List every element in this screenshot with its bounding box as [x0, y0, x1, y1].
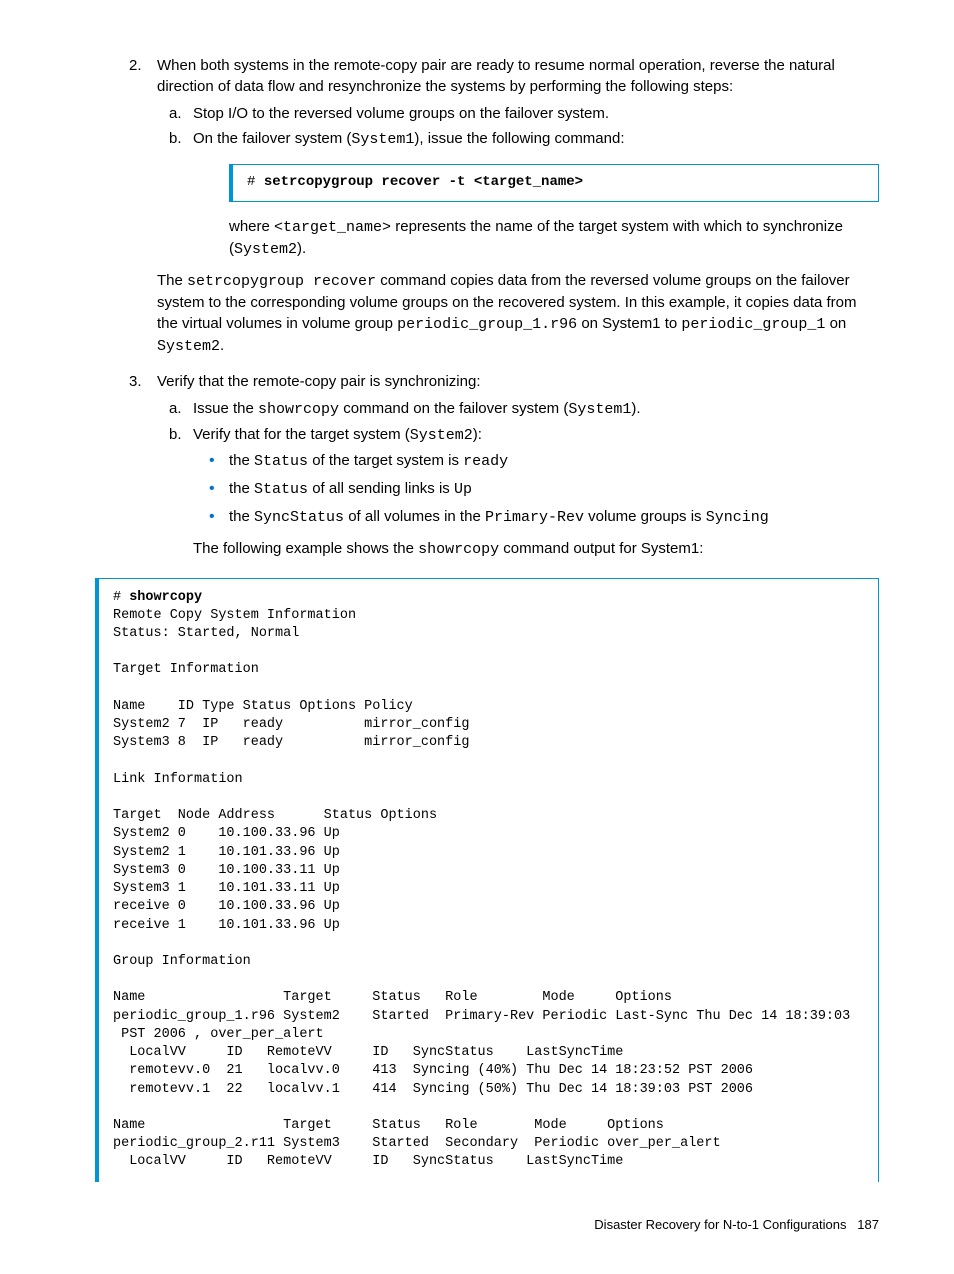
step-num: 3.	[129, 371, 142, 392]
step-3: 3. Verify that the remote-copy pair is s…	[157, 371, 879, 560]
step-3b: b. Verify that for the target system (Sy…	[193, 424, 879, 560]
step-2a: a. Stop I/O to the reversed volume group…	[193, 103, 879, 124]
footer-title: Disaster Recovery for N-to-1 Configurati…	[594, 1217, 846, 1232]
example-intro: The following example shows the showrcop…	[193, 538, 879, 560]
sub-let: b.	[169, 424, 182, 445]
step-text: Stop I/O to the reversed volume groups o…	[193, 105, 609, 122]
step-num: 2.	[129, 55, 142, 76]
sub-let: b.	[169, 128, 182, 149]
step-2b: b. On the failover system (System1), iss…	[193, 128, 879, 260]
sub-let: a.	[169, 398, 182, 419]
step-text: Issue the showrcopy command on the failo…	[193, 400, 641, 417]
page-footer: Disaster Recovery for N-to-1 Configurati…	[95, 1216, 879, 1234]
bullets: the Status of the target system is ready…	[193, 450, 879, 528]
sub-let: a.	[169, 103, 182, 124]
command-box: # setrcopygroup recover -t <target_name>	[229, 164, 879, 202]
steps-list: 2. When both systems in the remote-copy …	[95, 55, 879, 560]
bullet-status-links: the Status of all sending links is Up	[229, 478, 879, 500]
step-text: On the failover system (System1), issue …	[193, 130, 625, 147]
page-number: 187	[857, 1217, 879, 1232]
where-clause: where <target_name> represents the name …	[193, 216, 879, 260]
bullet-status-target: the Status of the target system is ready	[229, 450, 879, 472]
step-3a: a. Issue the showrcopy command on the fa…	[193, 398, 879, 420]
step-text: Verify that the remote-copy pair is sync…	[157, 373, 480, 390]
step-text: When both systems in the remote-copy pai…	[157, 57, 835, 95]
explanation: The setrcopygroup recover command copies…	[157, 270, 879, 357]
step-2: 2. When both systems in the remote-copy …	[157, 55, 879, 357]
substeps-3: a. Issue the showrcopy command on the fa…	[157, 398, 879, 560]
substeps-2: a. Stop I/O to the reversed volume group…	[157, 103, 879, 260]
bullet-syncstatus: the SyncStatus of all volumes in the Pri…	[229, 506, 879, 528]
step-text: Verify that for the target system (Syste…	[193, 426, 482, 443]
showrcopy-output: # showrcopy Remote Copy System Informati…	[95, 578, 879, 1182]
